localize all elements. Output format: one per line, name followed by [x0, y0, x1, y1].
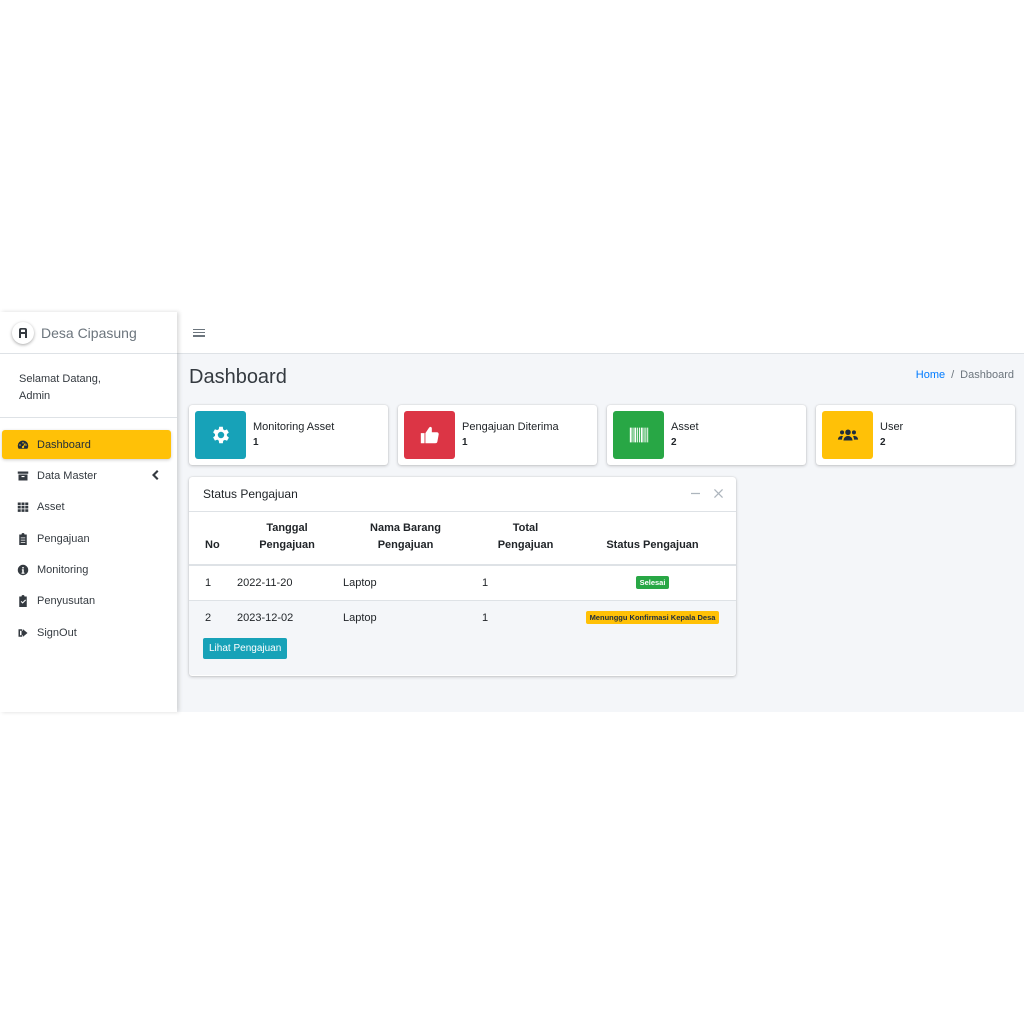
cell-tanggal: 2022-11-20	[233, 565, 337, 601]
table-header-row: No Tanggal Pengajuan Nama Barang Pengajuan…	[189, 512, 736, 566]
status-pengajuan-card: Status Pengajuan No Tanggal Pengajuan Nam…	[189, 477, 736, 676]
info-box-user: User 2	[816, 405, 1015, 465]
sidebar-menu: Dashboard Data Master Asset Pengajuan Mo…	[0, 418, 177, 647]
column-header-status: Status Pengajuan	[569, 512, 736, 566]
column-header-tanggal: Tanggal Pengajuan	[233, 512, 337, 566]
cell-total: 1	[468, 565, 569, 601]
sidebar-item-pengajuan[interactable]: Pengajuan	[2, 524, 171, 553]
info-box-asset: Asset 2	[607, 405, 806, 465]
sidebar-item-label: Data Master	[37, 469, 97, 482]
sidebar-item-label: Monitoring	[37, 564, 89, 577]
info-box-label: Monitoring Asset	[253, 421, 335, 433]
grid-icon	[16, 500, 30, 514]
brand-name: Desa Cipasung	[41, 324, 137, 341]
sidebar: Desa Cipasung Selamat Datang, Admin Dash…	[0, 312, 177, 712]
info-box-number: 2	[671, 437, 677, 448]
column-header-no: No	[189, 512, 233, 566]
info-box-label: Pengajuan Diterima	[462, 421, 559, 433]
cell-no: 1	[189, 565, 233, 601]
top-navbar	[177, 312, 1024, 354]
info-box-pengajuan-diterima: Pengajuan Diterima 1	[398, 405, 597, 465]
archive-icon	[16, 469, 30, 483]
user-panel: Selamat Datang, Admin	[0, 354, 177, 418]
sidebar-item-label: Dashboard	[37, 438, 91, 451]
table-row: 2 2023-12-02 Laptop 1 Menunggu Konfirmas…	[189, 600, 736, 635]
status-badge: Menunggu Konfirmasi Kepala Desa	[585, 611, 720, 625]
hamburger-menu-icon[interactable]	[193, 327, 205, 339]
content-wrapper: Dashboard Home / Dashboard Monitoring Asse…	[177, 312, 1024, 712]
info-box-number: 1	[253, 437, 259, 448]
lihat-pengajuan-button[interactable]: Lihat Pengajuan	[203, 638, 288, 659]
clipboard-list-icon	[16, 532, 30, 546]
card-tools	[690, 488, 724, 499]
cell-status: Menunggu Konfirmasi Kepala Desa	[569, 600, 736, 635]
sign-out-icon	[16, 626, 30, 640]
column-header-total: Total Pengajuan	[468, 512, 569, 566]
cell-status: Selesai	[569, 565, 736, 601]
info-box-number: 1	[462, 437, 468, 448]
info-box-number: 2	[880, 437, 886, 448]
close-icon[interactable]	[713, 488, 724, 499]
cell-total: 1	[468, 600, 569, 635]
sidebar-item-asset[interactable]: Asset	[2, 493, 171, 522]
table-row: 1 2022-11-20 Laptop 1 Selesai	[189, 565, 736, 601]
card-header: Status Pengajuan	[189, 477, 736, 512]
column-header-nama-barang: Nama Barang Pengajuan	[337, 512, 468, 566]
breadcrumb-separator: /	[951, 369, 955, 381]
sidebar-item-label: Penyusutan	[37, 595, 96, 608]
sidebar-item-label: Pengajuan	[37, 532, 90, 545]
user-name: Admin	[19, 390, 51, 402]
info-box-monitoring-asset: Monitoring Asset 1	[189, 405, 388, 465]
info-box-label: Asset	[671, 421, 699, 433]
card-title: Status Pengajuan	[203, 487, 298, 501]
status-badge: Selesai	[635, 576, 670, 590]
cell-no: 2	[189, 600, 233, 635]
cell-nama-barang: Laptop	[337, 565, 468, 601]
sidebar-item-penyusutan[interactable]: Penyusutan	[2, 587, 171, 616]
cell-tanggal: 2023-12-02	[233, 600, 337, 635]
card-footer: Lihat Pengajuan	[189, 635, 736, 675]
status-table: No Tanggal Pengajuan Nama Barang Pengajuan…	[189, 512, 736, 635]
thumbs-up-icon	[404, 411, 455, 459]
breadcrumb-home-link[interactable]: Home	[916, 369, 945, 381]
brand-link[interactable]: Desa Cipasung	[0, 312, 177, 354]
collapse-minus-icon[interactable]	[690, 488, 701, 499]
info-circle-icon	[16, 563, 30, 577]
chevron-left-icon	[151, 470, 161, 481]
page-title: Dashboard	[189, 366, 287, 388]
breadcrumb: Home / Dashboard	[916, 369, 1014, 381]
brand-logo-icon	[12, 321, 34, 344]
sidebar-item-monitoring[interactable]: Monitoring	[2, 556, 171, 585]
barcode-icon	[613, 411, 664, 459]
tachometer-icon	[16, 438, 30, 452]
info-box-label: User	[880, 421, 904, 433]
cell-nama-barang: Laptop	[337, 600, 468, 635]
gear-icon	[195, 411, 246, 459]
sidebar-item-label: SignOut	[37, 626, 77, 639]
users-icon	[822, 411, 873, 459]
breadcrumb-current: Dashboard	[960, 369, 1014, 381]
sidebar-item-signout[interactable]: SignOut	[2, 618, 171, 647]
sidebar-item-data-master[interactable]: Data Master	[2, 461, 171, 490]
welcome-text: Selamat Datang,	[19, 373, 101, 385]
sidebar-item-label: Asset	[37, 501, 65, 514]
sidebar-item-dashboard[interactable]: Dashboard	[2, 430, 171, 459]
clipboard-check-icon	[16, 594, 30, 608]
